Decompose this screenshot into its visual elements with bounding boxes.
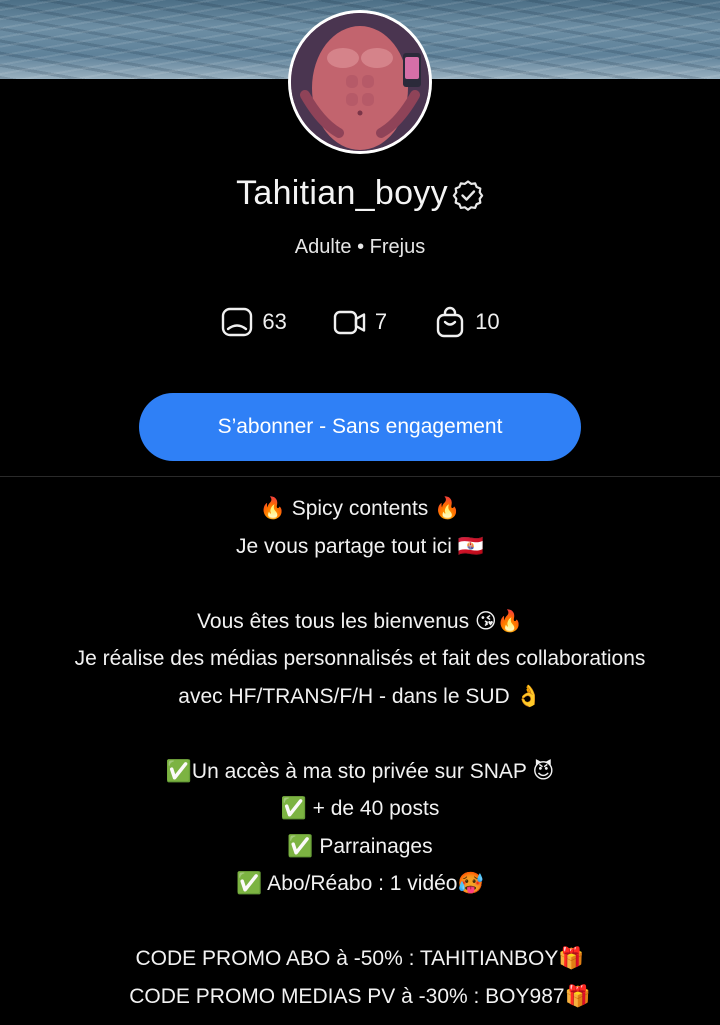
bio-spacer xyxy=(0,903,720,941)
profile-meta: Adulte • Frejus xyxy=(294,236,426,258)
stats-row: 63 7 10 xyxy=(0,304,720,340)
photos-count: 63 xyxy=(262,309,287,334)
divider xyxy=(0,476,720,477)
bio-line: ✅ Parrainages xyxy=(287,834,433,858)
bio-line: CODE PROMO MEDIAS PV à -30% : BOY987🎁 xyxy=(129,984,591,1008)
profile-photo xyxy=(291,13,429,151)
bio-line: Je réalise des médias personnalisés et f… xyxy=(74,647,646,670)
verified-badge-icon xyxy=(452,179,484,211)
username-row: Tahitian_boyy xyxy=(0,170,720,216)
bio-line: ✅Un accès à ma sto privée sur SNAP 😈 xyxy=(165,759,555,783)
bio-line: 🔥 Spicy contents 🔥 xyxy=(259,497,461,520)
videos-count: 7 xyxy=(374,309,388,334)
stat-photos[interactable]: 63 xyxy=(220,305,287,339)
subscribe-button[interactable]: S’abonner - Sans engagement xyxy=(139,393,581,461)
bio-line: avec HF/TRANS/F/H - dans le SUD 👌 xyxy=(178,684,542,708)
shopping-bag-icon xyxy=(436,306,464,338)
products-count: 10 xyxy=(475,309,500,334)
bio-line: ✅ + de 40 posts xyxy=(280,797,440,820)
bio-spacer xyxy=(0,565,720,603)
username: Tahitian_boyy xyxy=(236,173,448,212)
stat-products[interactable]: 10 xyxy=(433,305,500,339)
bio: 🔥 Spicy contents 🔥 Je vous partage tout … xyxy=(0,490,720,1015)
video-camera-icon xyxy=(333,310,366,335)
bio-line: CODE PROMO ABO à -50% : TAHITIANBOY🎁 xyxy=(135,947,585,970)
bio-spacer xyxy=(0,715,720,753)
bio-line: ✅ Abo/Réabo : 1 vidéo🥵 xyxy=(236,872,484,895)
profile-page: Tahitian_boyy Adulte • Frejus 63 7 10 S’… xyxy=(0,0,720,1025)
bio-line: Je vous partage tout ici 🇵🇫 xyxy=(236,534,484,558)
photo-icon xyxy=(222,307,253,337)
bio-line: Vous êtes tous les bienvenus 😘🔥 xyxy=(197,609,523,633)
avatar[interactable] xyxy=(288,10,432,154)
stat-videos[interactable]: 7 xyxy=(333,305,387,339)
